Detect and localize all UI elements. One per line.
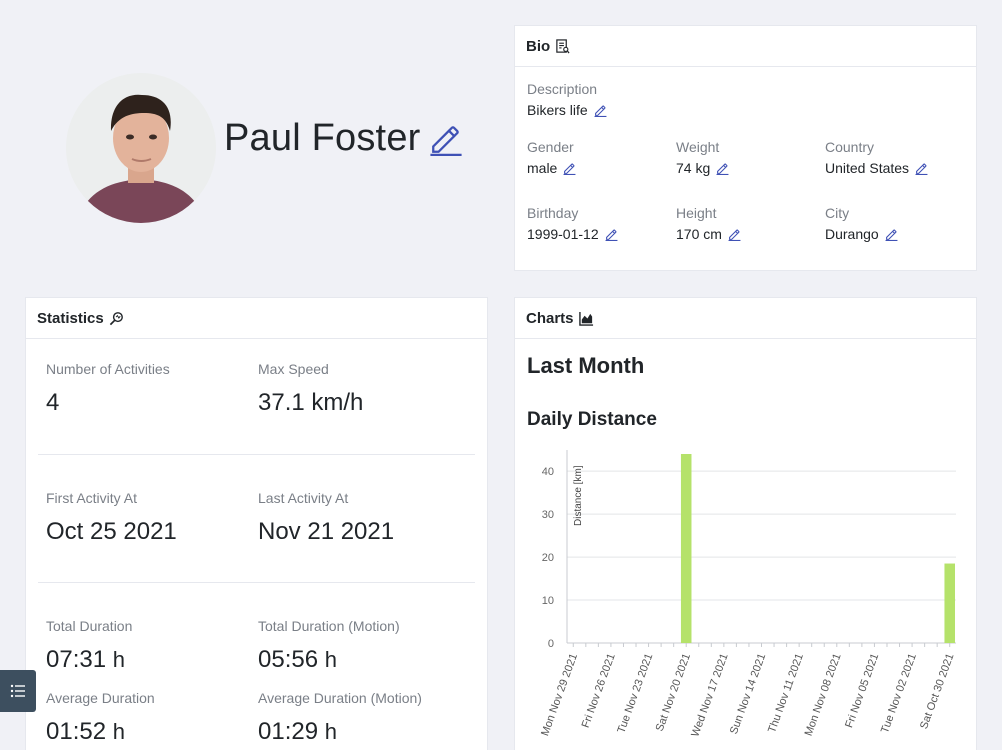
height-value: 170 cm [676, 226, 722, 242]
y-tick-label: 20 [542, 552, 554, 564]
gender-value: male [527, 160, 558, 176]
y-tick-label: 0 [548, 638, 554, 650]
list-icon [10, 684, 25, 698]
x-tick-label: Tue Nov 02 2021 [879, 652, 919, 735]
bio-title: Bio [526, 37, 551, 55]
stat-last-activity: Last Activity At Nov 21 2021 [258, 490, 394, 546]
bar [944, 563, 955, 643]
x-tick-label: Sat Oct 30 2021 [918, 652, 956, 731]
x-tick-label: Sun Nov 14 2021 [728, 652, 768, 736]
stat-avg-motion: Average Duration (Motion) 01:29 h [258, 690, 422, 746]
bio-weight: Weight 74 kg [676, 139, 729, 176]
stat-max-speed: Max Speed 37.1 km/h [258, 361, 363, 417]
bar [680, 454, 692, 643]
x-tick-label: Mon Nov 08 2021 [803, 652, 844, 738]
charts-header: Charts [515, 298, 976, 339]
city-label: City [825, 205, 850, 221]
stat-total-duration: Total Duration 07:31 h [46, 618, 132, 674]
total-duration-label: Total Duration [46, 618, 133, 634]
avg-motion-label: Average Duration (Motion) [258, 690, 422, 706]
first-activity-label: First Activity At [46, 490, 138, 506]
activities-label: Number of Activities [46, 361, 170, 377]
x-tick-label: Tue Nov 23 2021 [615, 652, 655, 735]
bio-height: Height 170 cm [676, 205, 741, 242]
edit-birthday-pencil-icon[interactable] [605, 228, 618, 241]
birthday-label: Birthday [527, 205, 579, 221]
last-activity-value: Nov 21 2021 [258, 518, 395, 545]
document-icon [556, 38, 570, 53]
stat-total-motion: Total Duration (Motion) 05:56 h [258, 618, 400, 674]
daily-distance-chart: 010203040 Distance [km]Mon Nov 29 2021 Fri… [539, 450, 957, 739]
country-value: United States [825, 160, 910, 176]
description-value: Bikers life [527, 102, 588, 118]
statistics-header: Statistics [26, 298, 487, 339]
total-duration-value: 07:31 [46, 646, 107, 673]
profile-name: Paul Foster [224, 117, 463, 160]
statistics-title: Statistics [37, 309, 104, 327]
edit-weight-pencil-icon[interactable] [716, 162, 729, 175]
hours-unit: h [112, 647, 125, 672]
area-chart-icon [578, 311, 593, 326]
total-motion-label: Total Duration (Motion) [258, 618, 400, 634]
y-axis-label: Distance [km] [573, 465, 584, 526]
divider [38, 454, 475, 455]
city-value: Durango [825, 226, 879, 242]
birthday-value: 1999-01-12 [527, 226, 599, 242]
x-tick-label: Wed Nov 17 2021 [689, 652, 730, 739]
stat-first-activity: First Activity At Oct 25 2021 [46, 490, 177, 546]
bio-country: Country United States [825, 139, 928, 176]
x-tick-label: Sat Nov 20 2021 [654, 652, 693, 733]
charts-title: Charts [526, 309, 574, 327]
x-tick-label: Fri Nov 26 2021 [580, 652, 618, 730]
height-label: Height [676, 205, 717, 221]
bio-header: Bio [515, 26, 976, 67]
country-label: Country [825, 139, 875, 155]
statistics-card: Statistics Number of Activities 4 Max Sp… [25, 297, 488, 750]
edit-description-pencil-icon[interactable] [594, 104, 607, 117]
stat-avg-duration: Average Duration 01:52 h [46, 690, 155, 746]
weight-value: 74 kg [676, 160, 711, 176]
period-heading: Last Month [527, 353, 645, 378]
bio-city: City Durango [825, 205, 898, 242]
divider [38, 582, 475, 583]
y-tick-label: 10 [542, 595, 554, 607]
stat-activities: Number of Activities 4 [46, 361, 170, 417]
bio-description: Description Bikers life [527, 81, 607, 118]
edit-gender-pencil-icon[interactable] [563, 162, 576, 175]
description-label: Description [527, 81, 598, 97]
max-speed-value: 37.1 km/h [258, 389, 364, 416]
hours-unit: h [324, 719, 337, 744]
menu-toggle-button[interactable] [0, 670, 36, 712]
y-tick-label: 40 [542, 466, 554, 478]
total-motion-value: 05:56 [258, 646, 319, 673]
x-tick-label: Thu Nov 11 2021 [766, 652, 806, 735]
max-speed-label: Max Speed [258, 361, 329, 377]
edit-country-pencil-icon[interactable] [915, 162, 928, 175]
x-tick-label: Mon Nov 29 2021 [539, 652, 580, 738]
hours-unit: h [112, 719, 125, 744]
avg-duration-value: 01:52 [46, 718, 107, 745]
y-tick-label: 30 [542, 509, 554, 521]
charts-card: Charts Last Month Daily Distance 0 10 20 30… [514, 297, 977, 750]
first-activity-value: Oct 25 2021 [46, 518, 177, 545]
x-tick-label: Fri Nov 05 2021 [843, 652, 881, 730]
bio-card: Bio Description Bikers life Gender male … [514, 25, 977, 271]
avatar [66, 73, 216, 223]
hours-unit: h [324, 647, 337, 672]
edit-name-pencil-icon[interactable] [429, 122, 463, 156]
profile-name-text: Paul Foster [224, 117, 421, 159]
bio-birthday: Birthday 1999-01-12 [527, 205, 618, 242]
avg-duration-label: Average Duration [46, 690, 155, 706]
gender-label: Gender [527, 139, 574, 155]
chart-title: Daily Distance [527, 409, 657, 430]
edit-height-pencil-icon[interactable] [728, 228, 741, 241]
last-activity-label: Last Activity At [258, 490, 349, 506]
activities-value: 4 [46, 389, 60, 416]
weight-label: Weight [676, 139, 720, 155]
magnifier-icon [109, 311, 123, 325]
avg-motion-value: 01:29 [258, 718, 319, 745]
edit-city-pencil-icon[interactable] [885, 228, 898, 241]
bio-gender: Gender male [527, 139, 576, 176]
